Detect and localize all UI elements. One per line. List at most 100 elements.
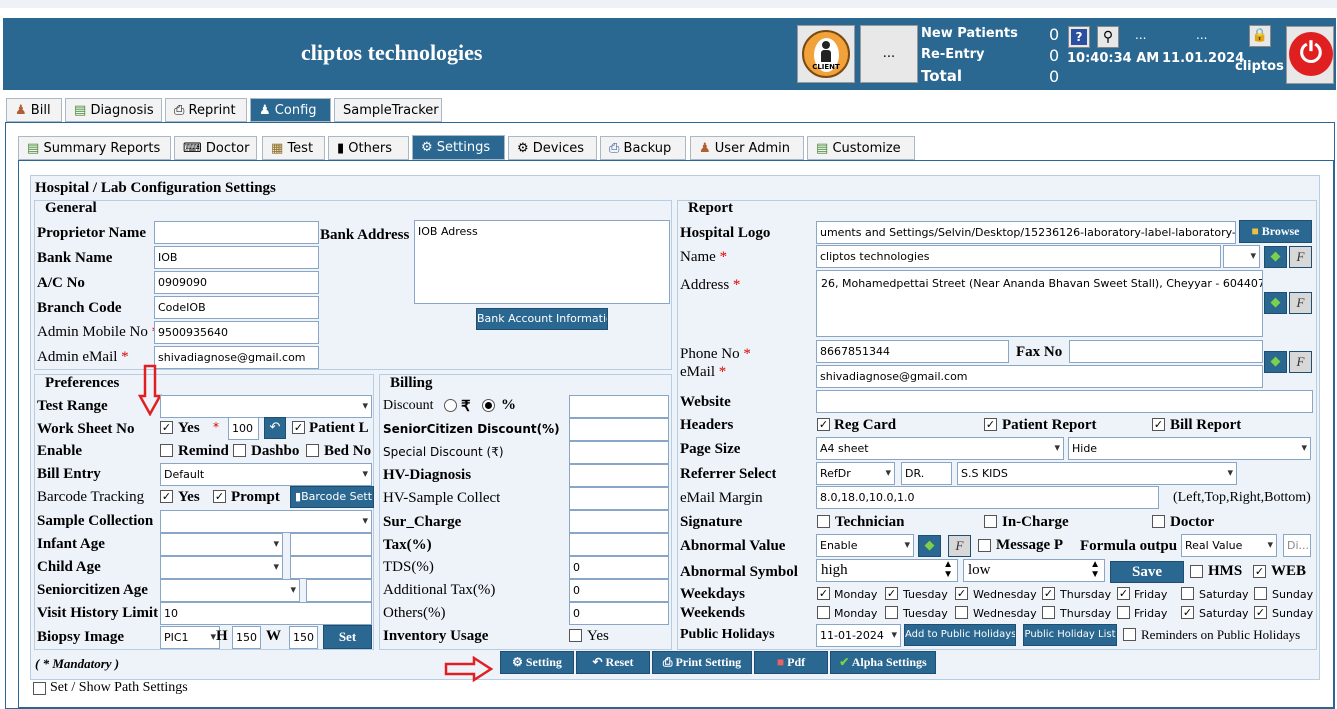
bank-name-input[interactable]: IOB — [154, 246, 319, 269]
weekday-thursday-checkbox[interactable]: ✓ — [1042, 587, 1055, 600]
reminders-checkbox[interactable] — [1123, 628, 1136, 641]
barcode-yes-checkbox[interactable]: ✓ — [160, 490, 173, 503]
bank-info-button[interactable]: Bank Account Information — [476, 308, 608, 330]
message-checkbox[interactable] — [978, 539, 991, 552]
doctor-checkbox[interactable] — [1152, 515, 1165, 528]
prompt-checkbox[interactable]: ✓ — [213, 490, 226, 503]
browse-button[interactable]: ■ Browse — [1239, 220, 1312, 243]
print-setting-button[interactable]: ⎙ Print Setting — [652, 651, 752, 674]
ac-input[interactable]: 0909090 — [154, 271, 319, 294]
child-age-input[interactable] — [290, 556, 372, 579]
address-font-icon[interactable]: F — [1289, 292, 1312, 314]
tab-summary-reports[interactable]: ▤ Summary Reports — [18, 136, 171, 160]
weekend-thursday-checkbox[interactable] — [1042, 606, 1055, 619]
pdf-button[interactable]: ■ Pdf — [754, 651, 828, 674]
discount-input[interactable] — [569, 395, 669, 418]
address-color-icon[interactable]: ◆ — [1264, 292, 1287, 314]
mobile-input[interactable]: 9500935640 — [154, 321, 319, 344]
senior-discount-input[interactable] — [569, 418, 669, 441]
fax-input[interactable] — [1069, 340, 1263, 363]
senior-age-select[interactable] — [160, 579, 300, 602]
weekday-monday-checkbox[interactable]: ✓ — [817, 587, 830, 600]
website-input[interactable] — [816, 390, 1313, 413]
add-holiday-button[interactable]: Add to Public Holidays — [904, 624, 1016, 646]
page-size-select[interactable]: A4 sheet — [816, 437, 1064, 460]
bill-report-checkbox[interactable]: ✓ — [1152, 418, 1165, 431]
bank-address-input[interactable]: IOB Adress — [414, 220, 670, 304]
hospital-logo-input[interactable]: uments and Settings/Selvin/Desktop/15236… — [816, 221, 1236, 244]
name-font-select[interactable] — [1223, 245, 1260, 268]
infant-age-input[interactable] — [290, 533, 372, 556]
low-input[interactable]: low ▲ ▼ — [963, 559, 1105, 582]
tax-input[interactable] — [569, 533, 669, 556]
dashboard-checkbox[interactable] — [233, 444, 246, 457]
holiday-date-select[interactable]: 11-01-2024 — [816, 624, 901, 647]
save-button[interactable]: Save — [1110, 561, 1184, 583]
setting-button[interactable]: ⚙ Setting — [500, 651, 574, 674]
visit-history-input[interactable]: 10 — [160, 602, 372, 625]
tab-devices[interactable]: ⚙ Devices — [508, 136, 597, 160]
hv-sample-input[interactable] — [569, 487, 669, 510]
weekday-friday-checkbox[interactable]: ✓ — [1117, 587, 1130, 600]
abnormal-color-icon[interactable]: ◆ — [918, 535, 941, 557]
remind-checkbox[interactable] — [160, 444, 173, 457]
tab-reprint[interactable]: ⎙ Reprint — [165, 98, 247, 122]
client-button[interactable]: CLIENT — [797, 25, 855, 83]
email-margin-input[interactable]: 8.0,18.0,10.0,1.0 — [816, 486, 1159, 509]
abnormal-value-select[interactable]: Enable — [816, 534, 914, 557]
weekday-saturday-checkbox[interactable] — [1181, 587, 1194, 600]
inventory-checkbox[interactable] — [569, 629, 582, 642]
reset-button[interactable]: ↶ Reset — [576, 651, 650, 674]
patient-l-checkbox[interactable]: ✓ — [292, 421, 305, 434]
test-range-select[interactable] — [160, 395, 372, 418]
biopsy-select[interactable]: PIC1 — [160, 626, 220, 649]
referrer-prefix-input[interactable]: DR. — [901, 462, 952, 485]
tab-user-admin[interactable]: ♟ User Admin — [690, 136, 804, 160]
hv-diagnosis-input[interactable] — [569, 464, 669, 487]
weekend-saturday-checkbox[interactable]: ✓ — [1181, 606, 1194, 619]
others-input[interactable]: 0 — [569, 602, 669, 625]
search-icon[interactable]: ⚲ — [1097, 26, 1119, 48]
infant-age-select[interactable] — [160, 533, 283, 556]
address-input[interactable]: 26, Mohamedpettai Street (Near Ananda Bh… — [816, 270, 1263, 337]
power-button[interactable]: ⏻ — [1286, 26, 1334, 84]
biopsy-width-input[interactable]: 150 — [289, 626, 318, 649]
formula-select[interactable]: Real Value — [1181, 534, 1277, 557]
tab-others[interactable]: ▮ Others — [328, 136, 409, 160]
weekend-friday-checkbox[interactable] — [1117, 606, 1130, 619]
weekend-tuesday-checkbox[interactable] — [885, 606, 898, 619]
color-picker-icon[interactable]: ◆ — [1264, 246, 1287, 268]
path-settings-checkbox[interactable] — [33, 682, 46, 695]
tab-backup[interactable]: ⎙ Backup — [600, 136, 686, 160]
bill-entry-select[interactable]: Default — [160, 463, 372, 486]
senior-age-input[interactable] — [306, 579, 372, 602]
sample-collection-select[interactable] — [160, 510, 372, 533]
formula-extra-input[interactable]: Di... — [1283, 534, 1311, 557]
tab-diagnosis[interactable]: ▤ Diagnosis — [65, 98, 162, 122]
help-icon[interactable]: ? — [1068, 26, 1090, 48]
high-input[interactable]: high ▲ ▼ — [816, 559, 958, 582]
tab-bill[interactable]: ♟ Bill — [6, 98, 62, 122]
lock-icon[interactable]: 🔒 — [1249, 25, 1271, 47]
abnormal-font-icon[interactable]: F — [948, 535, 971, 557]
hms-checkbox[interactable] — [1190, 565, 1203, 578]
patient-report-checkbox[interactable]: ✓ — [984, 418, 997, 431]
discount-percent-radio[interactable] — [482, 399, 495, 412]
name-input[interactable]: cliptos technologies — [816, 245, 1221, 268]
tab-customize[interactable]: ▤ Customize — [807, 136, 915, 160]
additional-tax-input[interactable]: 0 — [569, 579, 669, 602]
weekday-wednesday-checkbox[interactable]: ✓ — [955, 587, 968, 600]
tab-doctor[interactable]: ⌨ Doctor — [174, 136, 257, 160]
phone-color-icon[interactable]: ◆ — [1264, 351, 1287, 373]
undo-icon[interactable]: ↶ — [264, 417, 286, 439]
email-input[interactable]: shivadiagnose@gmail.com — [816, 365, 1263, 388]
weekend-wednesday-checkbox[interactable] — [955, 606, 968, 619]
phone-input[interactable]: 8667851344 — [816, 340, 1009, 363]
tab-test[interactable]: ▦ Test — [262, 136, 325, 160]
referrer-select[interactable]: RefDr — [816, 462, 895, 485]
tab-sampletracker[interactable]: SampleTracker — [334, 98, 442, 122]
work-sheet-input[interactable]: 100 — [228, 417, 259, 440]
child-age-select[interactable] — [160, 556, 283, 579]
proprietor-input[interactable] — [154, 221, 319, 244]
weekday-tuesday-checkbox[interactable]: ✓ — [885, 587, 898, 600]
